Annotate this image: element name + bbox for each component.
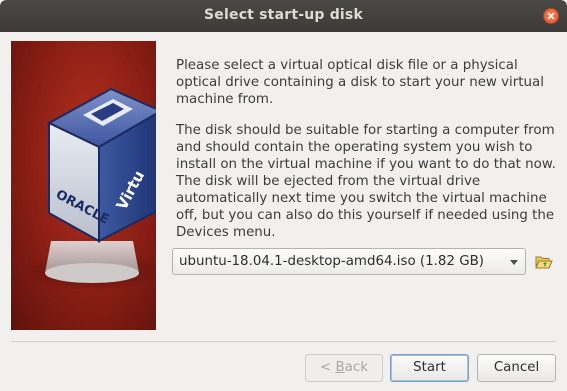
start-button[interactable]: Start [390,354,469,382]
close-button[interactable] [543,8,559,24]
back-button-mnemonic: B [335,360,345,375]
description-paragraph: The disk should be suitable for starting… [176,123,556,240]
disk-selector-combobox[interactable]: ubuntu-18.04.1-desktop-amd64.iso (1.82 G… [172,248,526,275]
intro-paragraph: Please select a virtual optical disk fil… [176,58,544,107]
title-bar[interactable]: Select start-up disk [0,0,567,32]
cancel-button-label: Cancel [493,360,540,375]
folder-open-icon [535,256,553,269]
back-button-prefix: < [320,360,336,375]
chevron-down-icon [510,260,518,265]
back-button-label: ack [344,360,368,375]
window-title: Select start-up disk [204,7,363,23]
close-icon [547,12,555,20]
back-button[interactable]: < Back [305,354,383,382]
disk-selector-value: ubuntu-18.04.1-desktop-amd64.iso (1.82 G… [179,254,484,269]
virtualbox-logo-image: ORACLE Virtu [11,41,156,330]
button-row-separator [11,341,556,342]
dialog-window: Select start-up disk ORACLE Virtu Please… [0,0,567,391]
browse-disk-button[interactable] [535,253,553,271]
cancel-button[interactable]: Cancel [477,354,556,382]
start-button-label: Start [413,360,446,375]
